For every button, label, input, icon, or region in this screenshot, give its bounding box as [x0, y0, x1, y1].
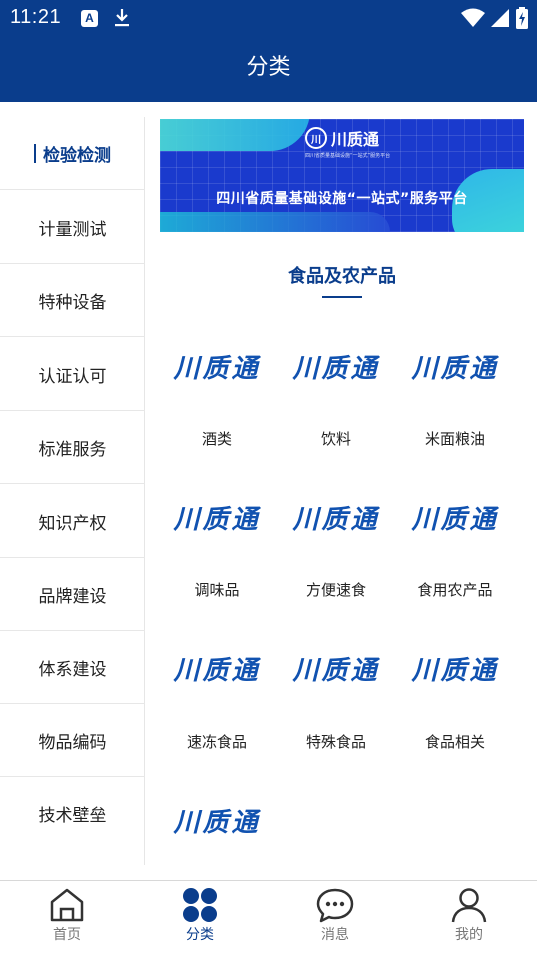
- nav-label: 分类: [186, 927, 214, 943]
- status-bar: 11:21 A: [0, 0, 537, 38]
- sidebar-item-tbt[interactable]: 技术壁垒: [0, 777, 145, 850]
- category-logo[interactable]: 川质通: [286, 650, 386, 687]
- notification-app-icon: A: [81, 10, 98, 27]
- category-label[interactable]: 酒类: [157, 428, 277, 449]
- category-logo[interactable]: 川质通: [405, 650, 505, 687]
- nav-messages[interactable]: 消息: [290, 887, 380, 944]
- banner-wave-decoration: [160, 119, 310, 151]
- category-icon: [183, 888, 217, 922]
- page-title: 分类: [246, 55, 291, 80]
- nav-label: 首页: [53, 927, 81, 943]
- sidebar-item-coding[interactable]: 物品编码: [0, 704, 145, 777]
- status-time: 11:21: [10, 6, 62, 28]
- sidebar-item-brand[interactable]: 品牌建设: [0, 558, 145, 631]
- nav-category[interactable]: 分类: [155, 887, 245, 944]
- category-label[interactable]: 调味品: [157, 579, 277, 600]
- category-logo[interactable]: 川质通: [167, 650, 267, 687]
- category-logo[interactable]: 川质通: [167, 348, 267, 385]
- sidebar-item-label: 知识产权: [38, 513, 107, 534]
- nav-label: 我的: [455, 927, 483, 943]
- category-logo[interactable]: 川质通: [405, 499, 505, 536]
- sidebar-item-label: 物品编码: [38, 732, 107, 753]
- sidebar-item-metrology[interactable]: 计量测试: [0, 191, 145, 264]
- sidebar-item-special-equipment[interactable]: 特种设备: [0, 264, 145, 337]
- home-icon: [50, 888, 84, 922]
- sidebar-item-standards[interactable]: 标准服务: [0, 411, 145, 484]
- sidebar-item-label: 检验检测: [43, 145, 111, 166]
- app-header: 11:21 A 分类: [0, 0, 537, 102]
- category-logo[interactable]: 川质通: [167, 499, 267, 536]
- nav-profile[interactable]: 我的: [424, 887, 514, 944]
- wifi-icon: [461, 8, 485, 27]
- sidebar-item-label: 品牌建设: [38, 586, 107, 607]
- brand-logo-icon: 川: [305, 127, 327, 149]
- section-title: 食品及农产品: [288, 266, 396, 287]
- sidebar-item-inspection[interactable]: 检验检测: [0, 117, 145, 190]
- category-logo[interactable]: 川质通: [167, 802, 267, 839]
- sidebar-item-certification[interactable]: 认证认可: [0, 338, 145, 411]
- category-label[interactable]: 米面粮油: [395, 428, 515, 449]
- category-label[interactable]: 饮料: [276, 428, 396, 449]
- category-label[interactable]: 方便速食: [276, 579, 396, 600]
- sidebar-item-label: 标准服务: [38, 439, 107, 460]
- category-label[interactable]: 食用农产品: [395, 579, 515, 600]
- section-underline: [322, 296, 362, 298]
- sidebar-item-label: 特种设备: [38, 292, 107, 313]
- category-label[interactable]: 特殊食品: [276, 731, 396, 752]
- promo-banner[interactable]: 川 川质通 四川省质量基础设施“一站式”服务平台 四川省质量基础设施“一站式”服…: [160, 119, 524, 232]
- banner-wave-decoration: [160, 212, 390, 232]
- sidebar-item-label: 计量测试: [38, 219, 107, 240]
- message-icon: [316, 888, 354, 923]
- sidebar-item-ip[interactable]: 知识产权: [0, 485, 145, 558]
- active-indicator: [34, 143, 36, 163]
- banner-title: 四川省质量基础设施“一站式”服务平台: [216, 191, 468, 207]
- profile-icon: [451, 888, 487, 923]
- category-label[interactable]: 速冻食品: [157, 731, 277, 752]
- sidebar-item-label: 技术壁垒: [38, 806, 107, 826]
- battery-icon: [516, 7, 528, 29]
- sidebar-item-system[interactable]: 体系建设: [0, 631, 145, 704]
- nav-home[interactable]: 首页: [22, 887, 112, 944]
- category-sidebar: 检验检测 计量测试 特种设备 认证认可 标准服务 知识产权 品牌建设 体系建设 …: [0, 117, 145, 865]
- category-label[interactable]: 食品相关: [395, 731, 515, 752]
- category-logo[interactable]: 川质通: [286, 348, 386, 385]
- download-icon: [115, 9, 129, 27]
- sidebar-item-label: 体系建设: [38, 659, 107, 680]
- banner-logo: 川 川质通: [305, 126, 379, 150]
- category-logo[interactable]: 川质通: [405, 348, 505, 385]
- banner-logo-text: 川质通: [331, 130, 380, 149]
- signal-icon: [491, 9, 509, 27]
- category-logo[interactable]: 川质通: [286, 499, 386, 536]
- bottom-nav: 首页 分类 消息 我的: [0, 880, 537, 956]
- sidebar-item-label: 认证认可: [38, 366, 107, 387]
- banner-subtitle: 四川省质量基础设施“一站式”服务平台: [305, 153, 391, 159]
- nav-label: 消息: [321, 927, 349, 943]
- status-icons: [461, 6, 529, 30]
